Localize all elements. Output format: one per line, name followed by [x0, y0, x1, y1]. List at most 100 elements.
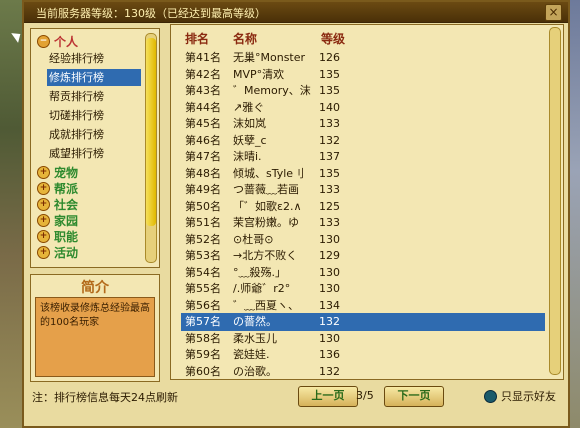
rank-cell: 第54名 [185, 265, 221, 279]
level-cell: 130 [319, 331, 340, 345]
name-cell: つ蔷薇﹏若画 [233, 183, 299, 196]
tree-scrollbar-thumb[interactable] [146, 38, 156, 226]
name-cell: 倾城、sTyle刂 [233, 166, 305, 180]
level-cell: 130 [319, 232, 340, 246]
category-tree: − 个人 经验排行榜 修炼排行榜 帮贡排行榜 切磋排行榜 成就排行榜 威望排行榜… [30, 28, 160, 268]
rank-cell: 第49名 [185, 183, 221, 196]
tree-item-achievement[interactable]: 成就排行榜 [47, 126, 141, 143]
column-header-name: 名称 [233, 32, 258, 46]
table-row[interactable]: 第41名 无巢°Monster 126 [181, 49, 545, 67]
tree-category-social[interactable]: + 社会 [37, 196, 78, 212]
name-cell: ⊙杜哥⊙ [233, 232, 274, 246]
tree-category-home[interactable]: + 家园 [37, 212, 78, 228]
table-row[interactable]: 第58名 柔水玉儿 130 [181, 330, 545, 348]
rank-cell: 第55名 [185, 282, 221, 295]
table-row[interactable]: 第43名 ゛Memory、沫 135 [181, 82, 545, 100]
table-row[interactable]: 第48名 倾城、sTyle刂 135 [181, 165, 545, 183]
minus-icon: − [37, 34, 50, 48]
tree-item-contribution[interactable]: 帮贡排行榜 [47, 88, 141, 105]
rank-cell: 第47名 [185, 150, 221, 163]
level-cell: 126 [319, 51, 340, 64]
table-row[interactable]: 第55名 /.师爺゛r2° 130 [181, 280, 545, 298]
name-cell: 瓷娃娃. [233, 348, 270, 361]
tree-item-sparring[interactable]: 切磋排行榜 [47, 107, 141, 124]
name-cell: 沫如岚 [233, 117, 266, 130]
level-cell: 130 [319, 282, 340, 295]
table-row[interactable]: 第45名 沫如岚 133 [181, 115, 545, 133]
rank-cell: 第42名 [185, 67, 221, 81]
tree-category-profession[interactable]: + 职能 [37, 228, 78, 244]
table-row[interactable]: 第57名 の薔然。 132 [181, 313, 545, 331]
page-indicator: 3/5 [356, 389, 374, 402]
rank-cell: 第44名 [185, 100, 221, 114]
prev-page-button[interactable]: 上一页 [298, 386, 358, 407]
level-cell: 132 [319, 133, 340, 147]
tree-scrollbar[interactable] [145, 33, 157, 263]
rank-cell: 第43名 [185, 84, 221, 97]
tree-category-label: 活动 [54, 245, 79, 260]
tree-item-cultivation[interactable]: 修炼排行榜 [47, 69, 141, 86]
column-header-rank: 排名 [185, 32, 210, 46]
level-cell: 132 [319, 364, 340, 378]
table-row[interactable]: 第59名 瓷娃娃. 136 [181, 346, 545, 364]
name-cell: °﹏殺殇.」 [233, 265, 286, 279]
level-cell: 135 [319, 67, 340, 81]
next-page-button[interactable]: 下一页 [384, 386, 444, 407]
rank-cell: 第41名 [185, 51, 221, 64]
table-scrollbar[interactable] [549, 27, 561, 375]
table-row[interactable]: 第53名 →北方不败く 129 [181, 247, 545, 265]
table-row[interactable]: 第60名 の治歌。 132 [181, 363, 545, 381]
tree-category-label: 宠物 [54, 165, 79, 180]
table-row[interactable]: 第51名 茉宫粉嫩。ゆ 133 [181, 214, 545, 232]
table-row[interactable]: 第47名 沫晴ⅰ. 137 [181, 148, 545, 166]
plus-icon: + [37, 245, 50, 259]
level-cell: 133 [319, 216, 340, 229]
table-header: 排名 名称 等级 [171, 25, 563, 49]
level-cell: 135 [319, 166, 340, 180]
tree-item-prestige[interactable]: 威望排行榜 [47, 145, 141, 162]
ranking-window: 当前服务器等级：130级（已经达到最高等级） × − 个人 经验排行榜 修炼排行… [22, 0, 570, 428]
name-cell: MVP°清欢 [233, 67, 285, 81]
window-title: 当前服务器等级：130级（已经达到最高等级） [36, 7, 266, 20]
level-cell: 134 [319, 298, 340, 312]
rank-cell: 第51名 [185, 216, 221, 229]
close-button[interactable]: × [545, 4, 562, 21]
table-row[interactable]: 第54名 °﹏殺殇.」 130 [181, 264, 545, 282]
level-cell: 135 [319, 84, 340, 97]
table-row[interactable]: 第50名 「゛如歌ε2.∧ 125 [181, 198, 545, 216]
tree-category-label: 个人 [54, 34, 79, 49]
friends-only-toggle[interactable]: 只显示好友 [484, 388, 556, 404]
level-cell: 133 [319, 117, 340, 130]
tree-category-activity[interactable]: + 活动 [37, 244, 78, 260]
level-cell: 133 [319, 183, 340, 196]
table-row[interactable]: 第46名 妖孽_c 132 [181, 132, 545, 150]
rank-cell: 第59名 [185, 348, 221, 361]
plus-icon: + [37, 165, 50, 179]
intro-title: 简介 [81, 280, 109, 296]
tree-category-guild[interactable]: + 帮派 [37, 180, 78, 196]
name-cell: の治歌。 [233, 364, 277, 378]
tree-category-personal[interactable]: − 个人 [37, 33, 78, 49]
table-row[interactable]: 第42名 MVP°清欢 135 [181, 66, 545, 84]
name-cell: ゛﹏西夏ヽ、 [233, 298, 299, 312]
tree-category-pets[interactable]: + 宠物 [37, 164, 78, 180]
rank-cell: 第57名 [185, 315, 221, 328]
name-cell: 无巢°Monster [233, 51, 306, 64]
radio-icon[interactable] [484, 389, 497, 403]
name-cell: →北方不败く [233, 249, 298, 262]
plus-icon: + [37, 229, 50, 243]
tree-item-experience[interactable]: 经验排行榜 [47, 50, 141, 67]
column-header-level: 等级 [321, 32, 346, 46]
refresh-note: 注：排行榜信息每天24点刷新 [32, 391, 178, 404]
tree-category-label: 职能 [54, 229, 79, 244]
level-cell: 129 [319, 249, 340, 262]
table-row[interactable]: 第44名 ↗雅ぐ 140 [181, 99, 545, 117]
level-cell: 125 [319, 199, 340, 213]
table-row[interactable]: 第56名 ゛﹏西夏ヽ、 134 [181, 297, 545, 315]
level-cell: 136 [319, 348, 340, 361]
table-row[interactable]: 第52名 ⊙杜哥⊙ 130 [181, 231, 545, 249]
rank-cell: 第52名 [185, 232, 221, 246]
intro-panel: 简介 该榜收录修炼总经验最高的100名玩家 [30, 274, 160, 382]
table-row[interactable]: 第49名 つ蔷薇﹏若画 133 [181, 181, 545, 199]
name-cell: 妖孽_c [233, 133, 267, 147]
